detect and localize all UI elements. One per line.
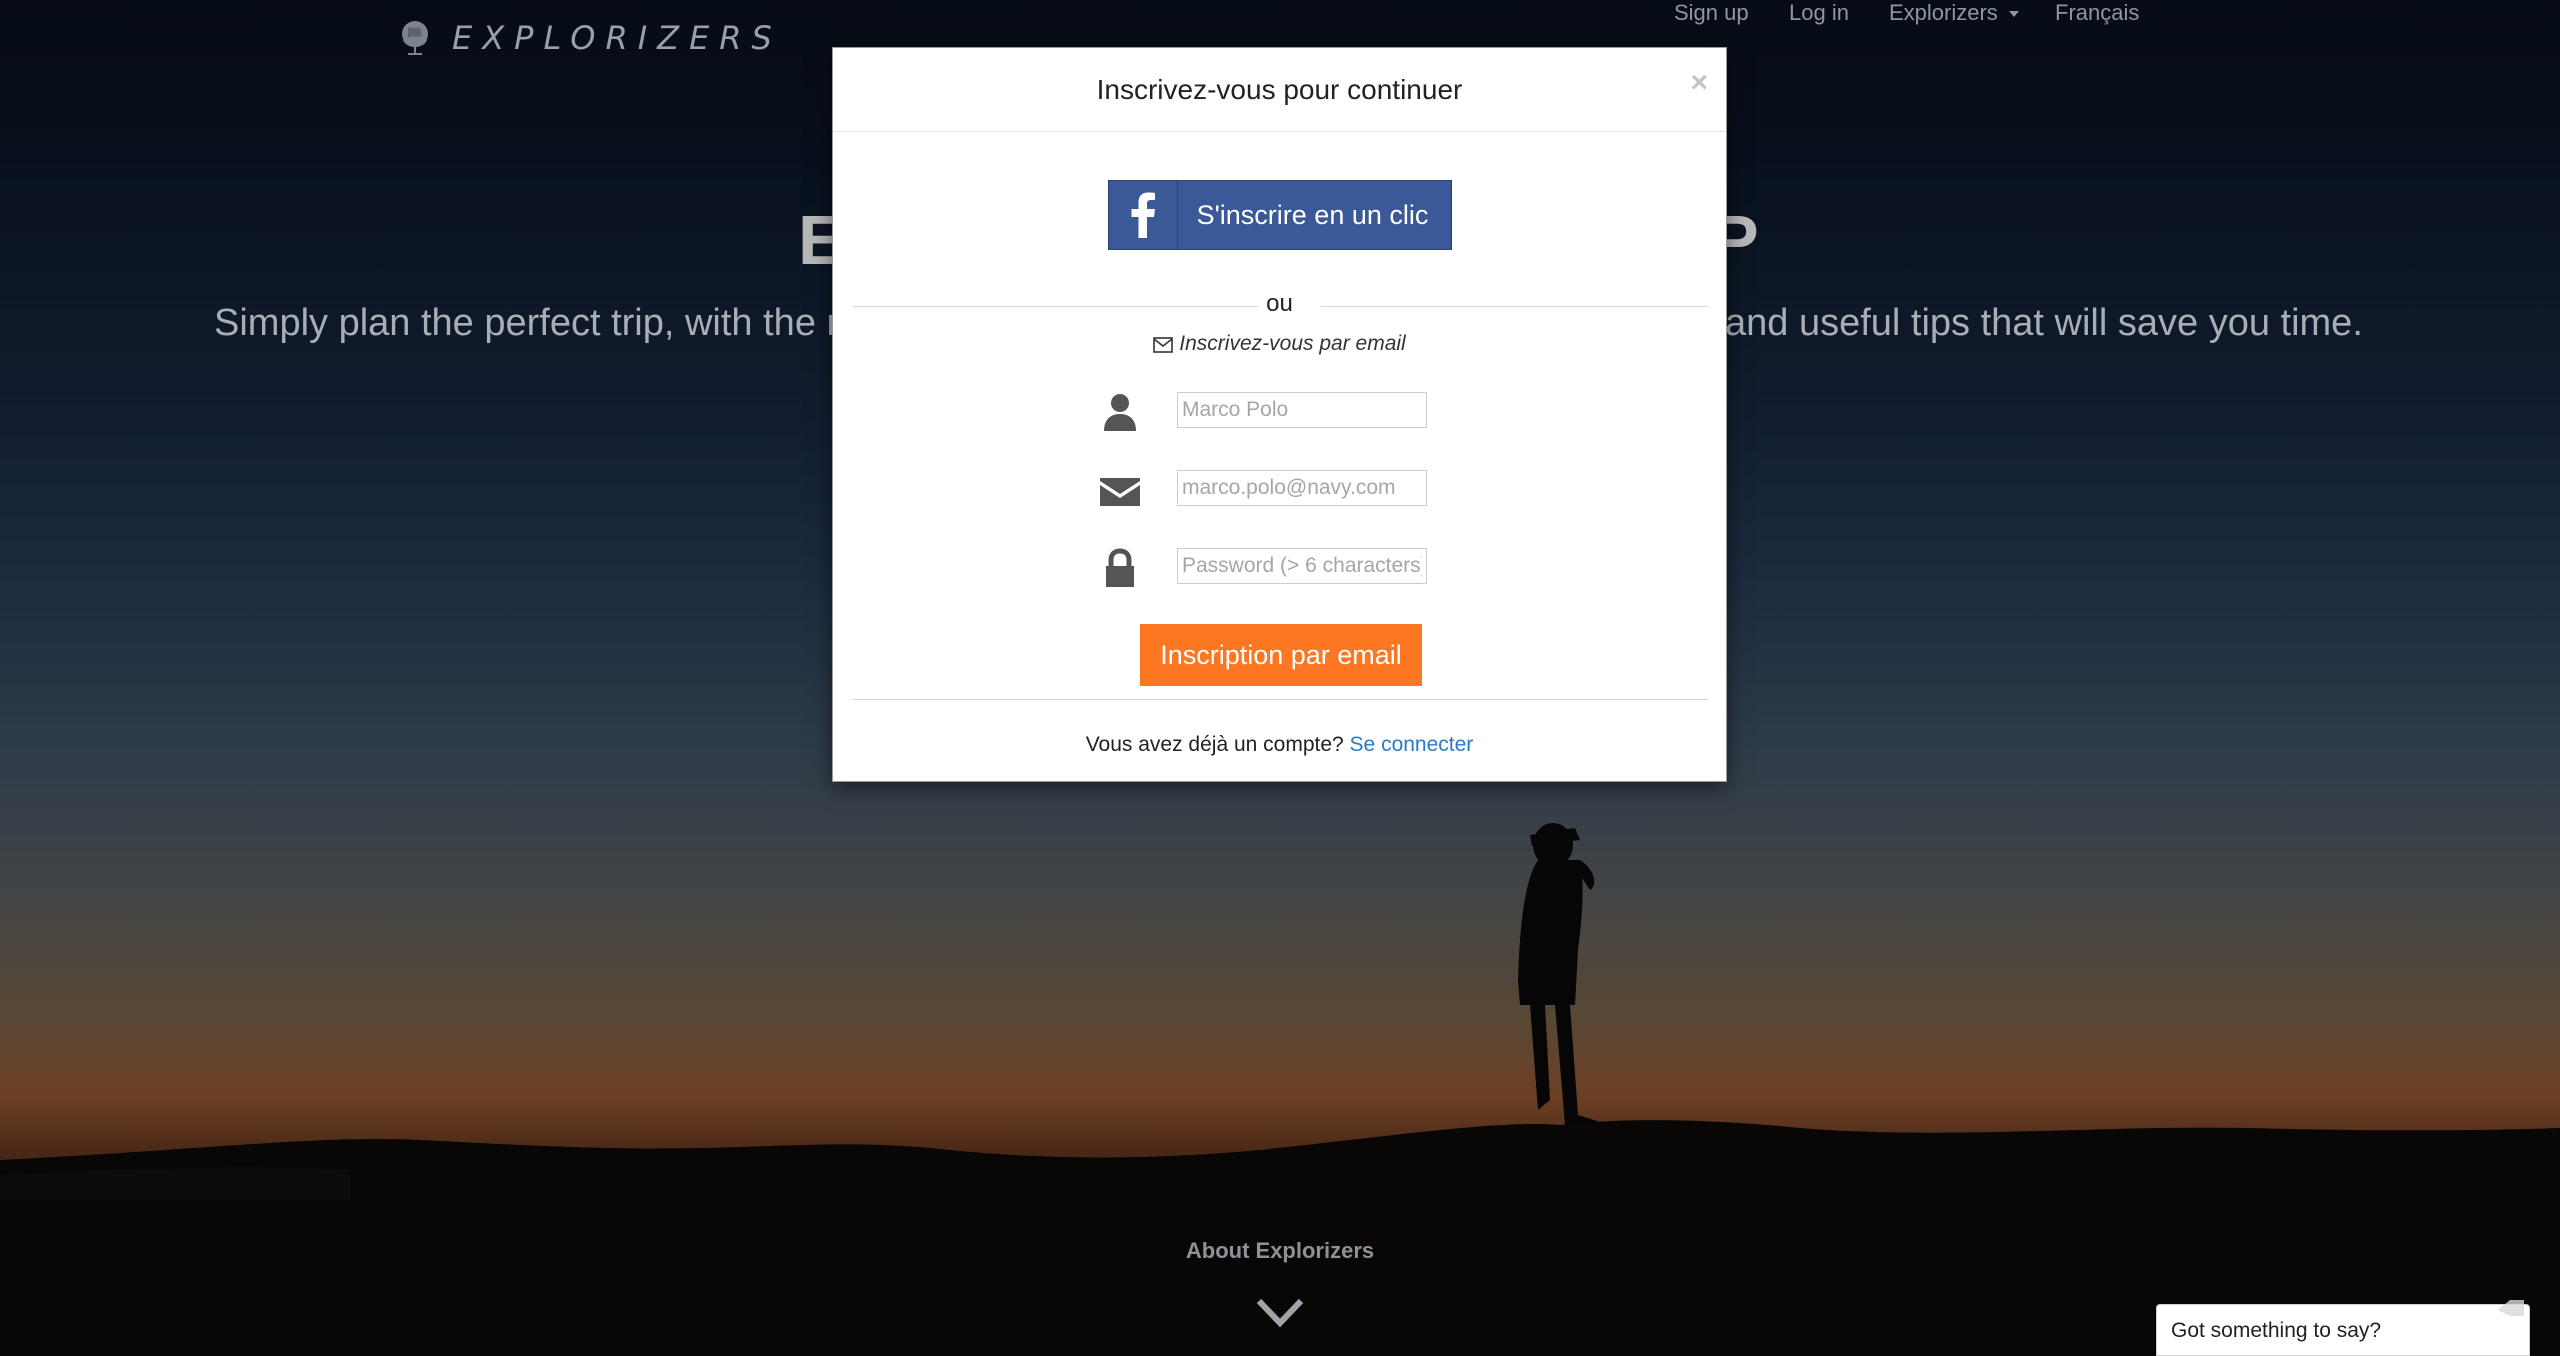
- or-label: ou: [1266, 290, 1293, 317]
- facebook-icon: [1109, 181, 1178, 249]
- brand-name: EXPLORIZERS: [452, 19, 782, 57]
- modal-header: Inscrivez-vous pour continuer ×: [833, 48, 1726, 132]
- divider-bottom: [853, 699, 1708, 700]
- nav-explorizers-label: Explorizers: [1889, 0, 1998, 25]
- facebook-signup-button[interactable]: S'inscrire en un clic: [1108, 180, 1452, 250]
- email-signup-hint-text: Inscrivez-vous par email: [1179, 332, 1406, 355]
- email-signup-button[interactable]: Inscription par email: [1140, 624, 1422, 686]
- envelope-outline-icon: [1153, 337, 1174, 353]
- feedback-icon[interactable]: [2494, 1296, 2528, 1326]
- email-signup-hint: Inscrivez-vous par email: [833, 332, 1726, 356]
- close-button[interactable]: ×: [1690, 66, 1708, 100]
- user-icon: [1104, 394, 1136, 431]
- facebook-signup-label: S'inscrire en un clic: [1196, 199, 1429, 230]
- about-link[interactable]: About Explorizers: [0, 1238, 2560, 1264]
- feedback-widget[interactable]: Got something to say?: [2156, 1304, 2530, 1356]
- brand-logo[interactable]: EXPLORIZERS: [398, 18, 782, 58]
- nav-language-link[interactable]: Français: [2055, 0, 2139, 26]
- feedback-label: Got something to say?: [2171, 1319, 2382, 1342]
- globe-icon: [402, 21, 428, 55]
- password-input[interactable]: [1177, 548, 1427, 584]
- nav-signup-link[interactable]: Sign up: [1674, 0, 1749, 26]
- lock-icon: [1106, 548, 1134, 587]
- login-link[interactable]: Se connecter: [1350, 733, 1474, 756]
- chevron-down-icon[interactable]: [1255, 1295, 1305, 1331]
- hero-subtitle-left: Simply plan the perfect trip, with the m: [214, 302, 859, 344]
- nav-login-link[interactable]: Log in: [1789, 0, 1849, 26]
- login-prompt: Vous avez déjà un compte? Se connecter: [833, 733, 1726, 757]
- envelope-icon: [1100, 478, 1140, 506]
- caret-down-icon: [2008, 11, 2019, 17]
- hero-subtitle-right: and useful tips that will save you time.: [1725, 302, 2363, 344]
- nav-explorizers-dropdown[interactable]: Explorizers: [1889, 0, 2020, 26]
- name-input[interactable]: [1177, 392, 1427, 428]
- email-input[interactable]: [1177, 470, 1427, 506]
- modal-title: Inscrivez-vous pour continuer: [1096, 74, 1463, 105]
- have-account-text: Vous avez déjà un compte?: [1085, 733, 1344, 756]
- signup-modal: Inscrivez-vous pour continuer × S'inscri…: [832, 47, 1727, 782]
